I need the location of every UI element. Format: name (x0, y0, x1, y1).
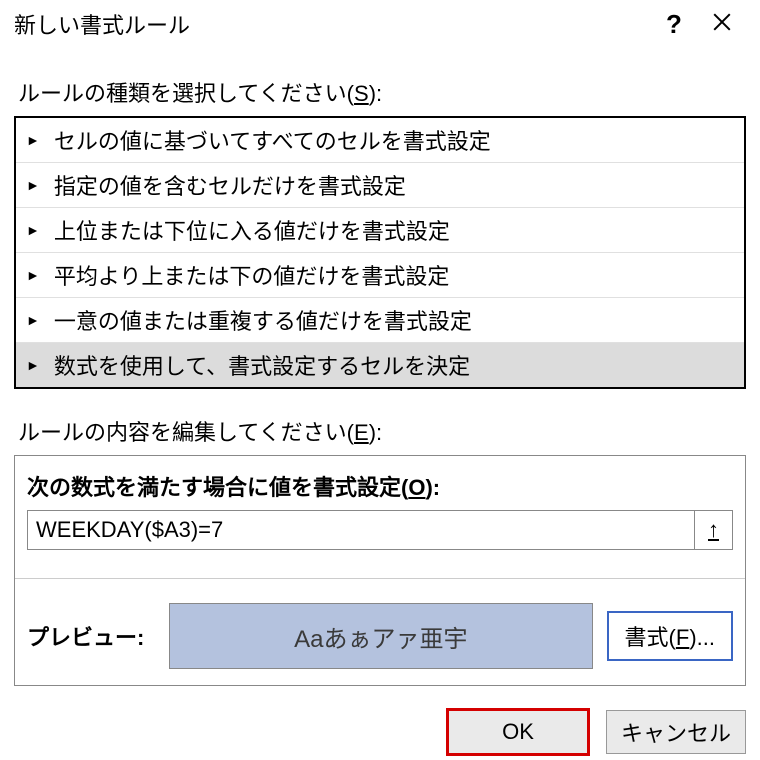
rule-type-item[interactable]: ► 平均より上または下の値だけを書式設定 (16, 253, 744, 298)
divider (15, 578, 745, 579)
collapse-dialog-button[interactable]: ↑ (694, 511, 732, 549)
rule-type-label: ルールの種類を選択してください(S): (18, 76, 746, 108)
formula-input[interactable] (28, 511, 694, 549)
triangle-icon: ► (26, 132, 40, 148)
rule-type-item[interactable]: ► セルの値に基づいてすべてのセルを書式設定 (16, 118, 744, 163)
edit-rule-label: ルールの内容を編集してください(E): (18, 415, 746, 447)
close-button[interactable] (698, 11, 746, 38)
rule-type-item[interactable]: ► 上位または下位に入る値だけを書式設定 (16, 208, 744, 253)
rule-type-item[interactable]: ► 数式を使用して、書式設定するセルを決定 (16, 343, 744, 387)
triangle-icon: ► (26, 177, 40, 193)
edit-rule-panel: 次の数式を満たす場合に値を書式設定(O): ↑ プレビュー: Aaあぁアァ亜宇 … (14, 455, 746, 686)
rule-type-list[interactable]: ► セルの値に基づいてすべてのセルを書式設定 ► 指定の値を含むセルだけを書式設定 ► 上… (14, 116, 746, 389)
preview-swatch: Aaあぁアァ亜宇 (169, 603, 593, 669)
rule-type-item-label: 数式を使用して、書式設定するセルを決定 (54, 349, 470, 381)
formula-row: ↑ (27, 510, 733, 550)
preview-label: プレビュー: (27, 620, 155, 652)
help-button[interactable]: ? (650, 9, 698, 40)
titlebar: 新しい書式ルール ? (0, 0, 760, 48)
triangle-icon: ► (26, 312, 40, 328)
rule-type-item[interactable]: ► 指定の値を含むセルだけを書式設定 (16, 163, 744, 208)
ok-button[interactable]: OK (448, 710, 588, 754)
triangle-icon: ► (26, 357, 40, 373)
formula-caption: 次の数式を満たす場合に値を書式設定(O): (27, 470, 733, 502)
dialog-footer: OK キャンセル (0, 694, 760, 754)
triangle-icon: ► (26, 267, 40, 283)
triangle-icon: ► (26, 222, 40, 238)
arrow-up-icon: ↑ (708, 519, 719, 541)
rule-type-item[interactable]: ► 一意の値または重複する値だけを書式設定 (16, 298, 744, 343)
rule-type-item-label: 指定の値を含むセルだけを書式設定 (54, 169, 406, 201)
rule-type-item-label: 一意の値または重複する値だけを書式設定 (54, 304, 472, 336)
rule-type-item-label: セルの値に基づいてすべてのセルを書式設定 (54, 124, 491, 156)
cancel-button[interactable]: キャンセル (606, 710, 746, 754)
close-icon (711, 11, 733, 33)
format-button[interactable]: 書式(F)... (607, 611, 733, 661)
rule-type-item-label: 上位または下位に入る値だけを書式設定 (54, 214, 450, 246)
rule-type-item-label: 平均より上または下の値だけを書式設定 (54, 259, 450, 291)
window-title: 新しい書式ルール (14, 8, 190, 40)
